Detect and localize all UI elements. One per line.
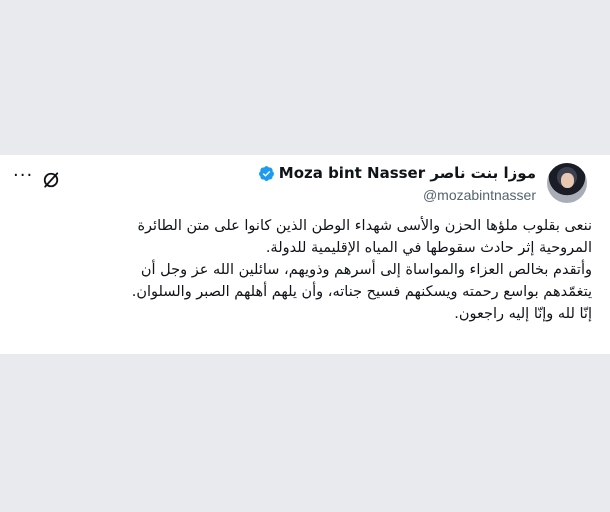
author-info[interactable]: Moza bint Nasser موزا بنت ناصر @mozabint…: [236, 163, 536, 203]
verified-badge-icon: [258, 165, 274, 181]
avatar[interactable]: [547, 163, 587, 203]
tweet-text-line: المروحية إثر حادث سقوطها في المياه الإقل…: [265, 240, 592, 256]
tweet-text-line: وأتقدم بخالص العزاء والمواساة إلى أسرهم …: [140, 262, 592, 278]
tweet-text: ننعى بقلوب ملؤها الحزن والأسى شهداء الوط…: [16, 215, 592, 325]
tweet-text-line: ننعى بقلوب ملؤها الحزن والأسى شهداء الوط…: [137, 218, 592, 234]
author-display-name[interactable]: Moza bint Nasser موزا بنت ناصر: [279, 164, 536, 182]
tweet-text-line: إنّا لله وإنّا إليه راجعون.: [454, 306, 592, 322]
avatar-face: [561, 173, 574, 188]
more-icon[interactable]: ···: [13, 167, 35, 189]
tweet-card[interactable]: Moza bint Nasser موزا بنت ناصر @mozabint…: [0, 155, 610, 354]
tweet-header: Moza bint Nasser موزا بنت ناصر @mozabint…: [0, 163, 610, 207]
author-name-line: Moza bint Nasser موزا بنت ناصر: [236, 163, 536, 183]
author-handle[interactable]: @mozabintnasser: [236, 187, 536, 203]
tweet-text-line: يتغمّدهم بواسع رحمته ويسكنهم فسيح جناته،…: [131, 284, 592, 300]
grok-icon[interactable]: [41, 170, 61, 190]
